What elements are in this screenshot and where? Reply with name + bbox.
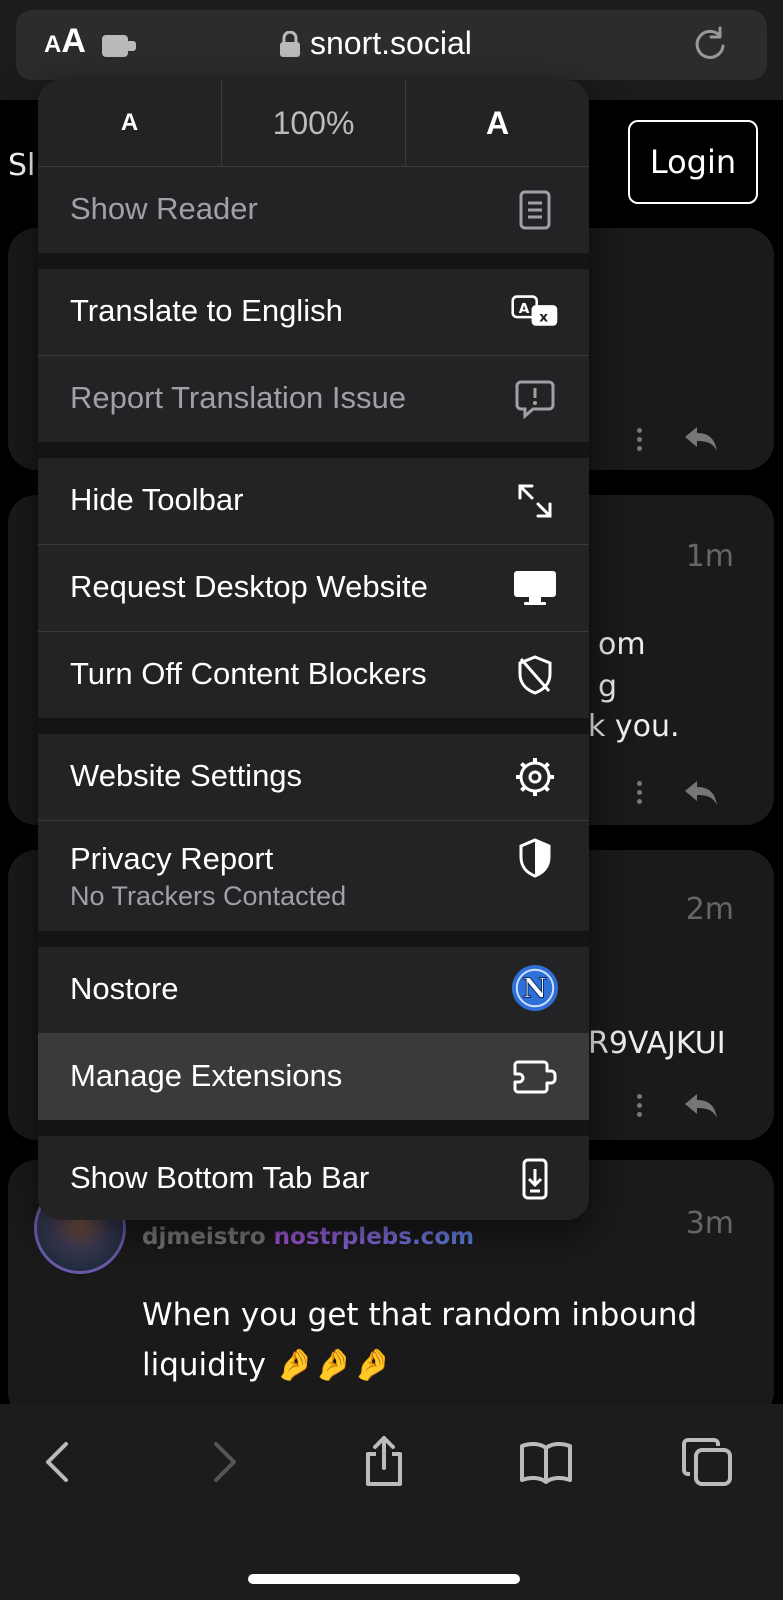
- menu-item-manage-extensions[interactable]: Manage Extensions: [38, 1034, 589, 1120]
- section-gap: [38, 253, 589, 269]
- page-menu-popup: A 100% A Show Reader Translate to Englis…: [38, 80, 589, 1220]
- zoom-in-button[interactable]: A: [406, 80, 589, 166]
- reply-icon[interactable]: [683, 777, 719, 807]
- desktop-icon: [511, 567, 559, 609]
- reader-options-button[interactable]: AA: [44, 22, 86, 61]
- note-time: 1m: [685, 539, 734, 574]
- more-icon[interactable]: [637, 428, 643, 452]
- expand-arrows-icon: [511, 480, 559, 522]
- note-time: 2m: [685, 892, 734, 927]
- menu-item-request-desktop[interactable]: Request Desktop Website: [38, 545, 589, 631]
- svg-text:x: x: [539, 309, 548, 325]
- note-text-fragment: g: [598, 669, 618, 704]
- section-gap: [38, 442, 589, 458]
- menu-item-label: Request Desktop Website: [70, 569, 428, 604]
- menu-item-hide-toolbar[interactable]: Hide Toolbar: [38, 458, 589, 544]
- menu-item-label: Show Bottom Tab Bar: [70, 1160, 370, 1195]
- forward-icon[interactable]: [196, 1434, 252, 1490]
- menu-item-label: Privacy Report: [70, 841, 274, 876]
- section-gap: [38, 1120, 589, 1136]
- author-username: djmeistro: [142, 1224, 266, 1250]
- note-text-fragment: R9VAJKUI: [588, 1026, 726, 1061]
- menu-item-label: Report Translation Issue: [70, 380, 407, 415]
- post-author[interactable]: djmeistro nostrplebs.com: [142, 1224, 474, 1250]
- note-time: 3m: [685, 1206, 734, 1241]
- menu-item-label: Hide Toolbar: [70, 482, 244, 517]
- tabs-icon[interactable]: [680, 1434, 736, 1490]
- shield-slash-icon: [511, 654, 559, 696]
- zoom-out-button[interactable]: A: [38, 80, 222, 166]
- menu-item-nostore[interactable]: Nostore N: [38, 947, 589, 1033]
- reply-icon[interactable]: [683, 423, 719, 453]
- lock-icon: [280, 30, 300, 57]
- bookmarks-icon[interactable]: [518, 1434, 574, 1490]
- menu-item-privacy-report[interactable]: Privacy Report No Trackers Contacted: [38, 821, 589, 931]
- menu-item-label: Turn Off Content Blockers: [70, 656, 427, 691]
- menu-item-label: Translate to English: [70, 293, 343, 328]
- reply-icon[interactable]: [683, 1090, 719, 1120]
- extension-icon: [511, 1056, 559, 1098]
- page-title: Sl: [8, 148, 36, 183]
- more-icon[interactable]: [637, 1094, 643, 1118]
- note-text-fragment: k you.: [588, 709, 680, 744]
- zoom-level[interactable]: 100%: [222, 80, 406, 166]
- post-body: When you get that random inbound liquidi…: [142, 1297, 698, 1383]
- gear-icon: [511, 756, 559, 798]
- browser-bottom-toolbar: [0, 1404, 783, 1600]
- report-icon: [511, 378, 559, 420]
- nostore-logo-icon: N: [511, 964, 559, 1012]
- menu-item-show-bottom-tab-bar[interactable]: Show Bottom Tab Bar: [38, 1136, 589, 1220]
- author-domain: nostrplebs.com: [273, 1224, 475, 1250]
- menu-item-sublabel: No Trackers Contacted: [70, 881, 347, 911]
- svg-text:A: A: [519, 301, 530, 317]
- menu-item-content-blockers[interactable]: Turn Off Content Blockers: [38, 632, 589, 718]
- share-icon[interactable]: [356, 1434, 412, 1490]
- zoom-controls: A 100% A: [38, 80, 589, 166]
- translate-icon: Ax: [511, 291, 559, 333]
- phone-down-icon: [511, 1158, 559, 1200]
- privacy-shield-icon: [511, 837, 559, 879]
- section-gap: [38, 931, 589, 947]
- menu-item-website-settings[interactable]: Website Settings: [38, 734, 589, 820]
- svg-text:N: N: [523, 974, 548, 1005]
- back-icon[interactable]: [30, 1434, 86, 1490]
- menu-item-show-reader[interactable]: Show Reader: [38, 167, 589, 253]
- url-display[interactable]: snort.social: [280, 25, 472, 62]
- section-gap: [38, 718, 589, 734]
- login-button[interactable]: Login: [628, 120, 758, 204]
- menu-item-report-translation[interactable]: Report Translation Issue: [38, 356, 589, 442]
- menu-item-label: Manage Extensions: [70, 1058, 343, 1093]
- menu-item-translate[interactable]: Translate to English Ax: [38, 269, 589, 355]
- menu-item-label: Nostore: [70, 971, 179, 1006]
- more-icon[interactable]: [637, 781, 643, 805]
- puzzle-icon[interactable]: [102, 33, 136, 57]
- home-indicator[interactable]: [248, 1574, 520, 1584]
- menu-item-label: Show Reader: [70, 191, 258, 226]
- reload-icon[interactable]: [690, 24, 730, 64]
- reader-icon: [511, 189, 559, 231]
- url-text: snort.social: [310, 25, 472, 61]
- note-text-fragment: om: [598, 627, 646, 662]
- menu-item-label: Website Settings: [70, 758, 303, 793]
